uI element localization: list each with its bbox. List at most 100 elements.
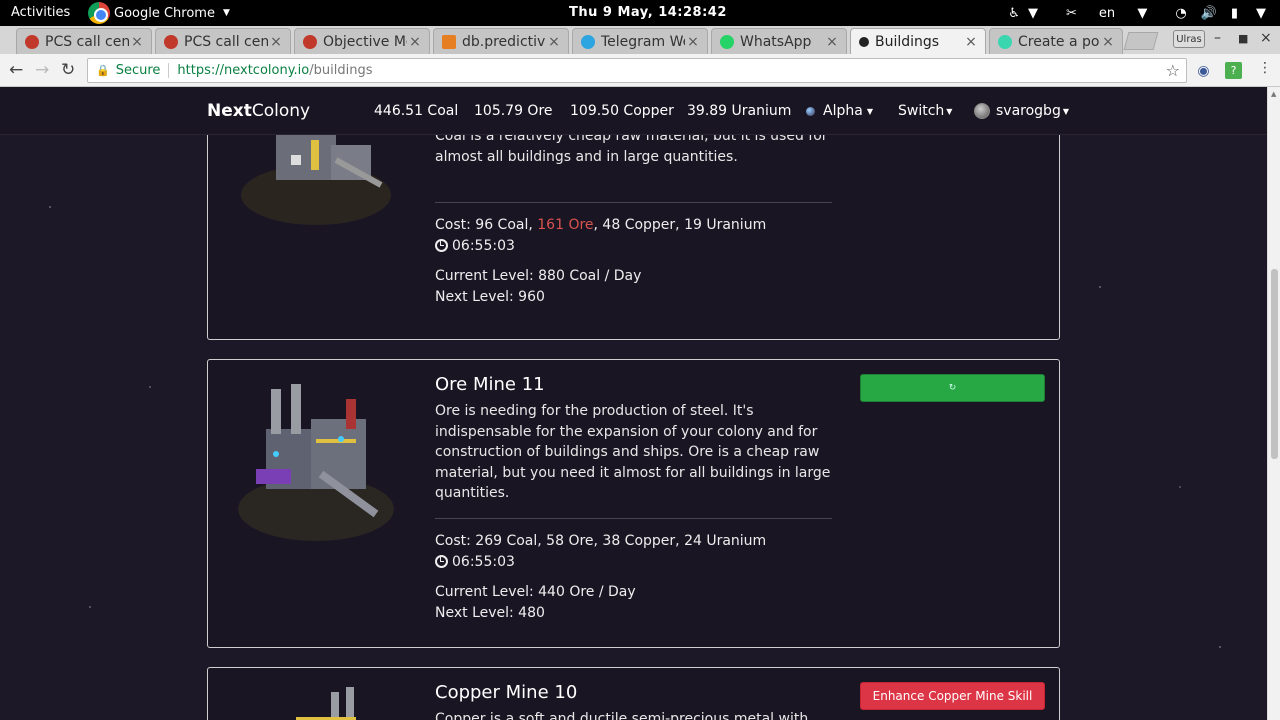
- page-viewport: Coal is a relatively cheap raw material,…: [0, 87, 1267, 720]
- upgrade-ore-mine-button[interactable]: ↻: [860, 374, 1045, 402]
- close-icon[interactable]: ×: [1100, 34, 1116, 50]
- rss-extension-icon[interactable]: ◉: [1195, 62, 1212, 79]
- secure-label: Secure: [115, 63, 161, 78]
- app-navbar: NextColony 446.51 Coal 105.79 Ore 109.50…: [0, 87, 1267, 135]
- app-menu-label: Google Chrome: [114, 5, 215, 21]
- switch-label: Switch: [898, 103, 945, 119]
- tab-6[interactable]: Buildings ×: [850, 28, 986, 54]
- scroll-up-icon[interactable]: ▲: [1271, 90, 1276, 98]
- tab-favicon-icon: [859, 36, 869, 47]
- page-scrollbar[interactable]: ▲: [1267, 87, 1280, 720]
- tab-5[interactable]: WhatsApp ×: [711, 28, 847, 54]
- chrome-menu-icon[interactable]: ⋮: [1258, 60, 1272, 76]
- window-close-icon[interactable]: ×: [1260, 30, 1272, 46]
- insufficient-resource: 161 Ore: [537, 217, 594, 233]
- switch-dropdown[interactable]: Switch ▼: [898, 103, 952, 119]
- tab-title: PCS call cent: [45, 33, 129, 50]
- ore-mine-image: [238, 384, 394, 541]
- enhance-copper-mine-skill-button[interactable]: Enhance Copper Mine Skill: [860, 682, 1045, 710]
- help-extension-icon[interactable]: ?: [1225, 62, 1242, 79]
- chrome-logo-icon: [88, 2, 110, 24]
- close-icon[interactable]: ×: [963, 34, 979, 50]
- building-card-ore: Ore Mine 11 Ore is needing for the produ…: [207, 359, 1060, 648]
- url-path: /buildings: [309, 63, 373, 78]
- system-tray: ♿ ▼ ✂ en ▼ ◔ 🔊 ▮ ▼: [1008, 0, 1280, 26]
- system-clock[interactable]: Thu 9 May, 14:28:42: [569, 5, 727, 20]
- close-icon[interactable]: ×: [407, 34, 423, 50]
- app-menu[interactable]: Google Chrome ▼: [88, 1, 230, 25]
- build-time: 06:55:03: [435, 238, 515, 254]
- scrollbar-thumb[interactable]: [1271, 269, 1278, 459]
- planet-dropdown[interactable]: Alpha ▼: [806, 103, 873, 119]
- new-tab-button[interactable]: [1123, 32, 1159, 50]
- tab-title: WhatsApp: [740, 33, 812, 50]
- battery-icon[interactable]: ▮: [1231, 6, 1238, 21]
- browser-toolbar: ← → ↻ 🔒 Secure https://nextcolony.io/bui…: [0, 54, 1280, 87]
- minimize-icon[interactable]: –: [1214, 30, 1221, 46]
- brand-logo[interactable]: NextColony: [207, 101, 310, 121]
- close-icon[interactable]: ×: [546, 34, 562, 50]
- close-icon[interactable]: ×: [824, 34, 840, 50]
- activities-button[interactable]: Activities: [11, 5, 70, 20]
- divider: [435, 518, 832, 519]
- wifi-icon[interactable]: ◔: [1175, 6, 1186, 21]
- tab-3[interactable]: db.predictive ×: [433, 28, 569, 54]
- building-cost: Cost: 96 Coal, 161 Ore, 48 Copper, 19 Ur…: [435, 217, 767, 233]
- browser-tab-strip: PCS call cent × PCS call cent × Objectiv…: [0, 26, 1280, 54]
- resource-uranium: 39.89 Uranium: [687, 103, 792, 119]
- gnome-top-bar: Activities Google Chrome ▼ Thu 9 May, 14…: [0, 0, 1280, 26]
- tab-favicon-icon: [998, 34, 1012, 49]
- current-level: Current Level: 880 Coal / Day: [435, 268, 642, 284]
- user-dropdown[interactable]: svarogbg ▼: [974, 103, 1069, 119]
- accessibility-icon[interactable]: ♿ ▼: [1008, 6, 1052, 21]
- planet-icon: [806, 106, 815, 116]
- bookmark-star-icon[interactable]: ☆: [1166, 61, 1180, 80]
- reload-icon[interactable]: ↻: [61, 60, 75, 80]
- tab-4[interactable]: Telegram We ×: [572, 28, 708, 54]
- omnibox-divider: [168, 63, 170, 78]
- system-menu-chevron-icon[interactable]: ▼: [1256, 6, 1266, 21]
- close-icon[interactable]: ×: [129, 34, 145, 50]
- divider: [435, 202, 832, 203]
- resource-coal: 446.51 Coal: [374, 103, 459, 119]
- tab-title: Objective Mo: [323, 33, 407, 50]
- url-host: https://nextcolony.io: [177, 63, 310, 78]
- forward-arrow-icon[interactable]: →: [35, 60, 49, 80]
- tab-favicon-icon: [442, 34, 456, 49]
- building-cost: Cost: 269 Coal, 58 Ore, 38 Copper, 24 Ur…: [435, 533, 767, 549]
- tab-title: PCS call cent: [184, 33, 268, 50]
- copper-mine-image: [296, 687, 356, 720]
- current-level: Current Level: 440 Ore / Day: [435, 584, 636, 600]
- chevron-down-icon: ▼: [946, 106, 953, 116]
- tab-favicon-icon: [164, 34, 178, 49]
- building-description: Copper is a soft and ductile semi-precio…: [435, 711, 809, 720]
- address-bar[interactable]: 🔒 Secure https://nextcolony.io/buildings…: [87, 58, 1187, 83]
- volume-icon[interactable]: 🔊: [1201, 6, 1217, 21]
- maximize-icon[interactable]: ■: [1238, 32, 1248, 45]
- building-description: Ore is needing for the production of ste…: [435, 403, 831, 501]
- planet-name: Alpha: [823, 103, 863, 119]
- tab-0[interactable]: PCS call cent ×: [16, 28, 152, 54]
- chevron-down-icon: ▼: [866, 106, 873, 116]
- tab-7[interactable]: Create a pos ×: [989, 28, 1123, 54]
- building-title: Copper Mine 10: [435, 682, 578, 703]
- close-icon[interactable]: ×: [685, 34, 701, 50]
- next-level: Next Level: 480: [435, 605, 545, 621]
- back-arrow-icon[interactable]: ←: [9, 60, 23, 80]
- building-title: Ore Mine 11: [435, 374, 545, 395]
- tab-title: Create a pos: [1018, 33, 1100, 50]
- chevron-down-icon: ▼: [1062, 106, 1069, 116]
- close-icon[interactable]: ×: [268, 34, 284, 50]
- resource-copper: 109.50 Copper: [570, 103, 674, 119]
- language-indicator[interactable]: en ▼: [1099, 6, 1161, 21]
- tab-1[interactable]: PCS call cent ×: [155, 28, 291, 54]
- telegram-icon: [581, 34, 595, 49]
- loading-spinner-icon: ↻: [948, 383, 957, 393]
- tab-title: db.predictive: [462, 33, 546, 50]
- scissors-icon[interactable]: ✂: [1066, 6, 1077, 21]
- profile-button[interactable]: Ulras: [1173, 30, 1205, 48]
- clock-icon: [435, 555, 448, 568]
- tab-2[interactable]: Objective Mo ×: [294, 28, 430, 54]
- lock-icon: 🔒: [96, 64, 110, 77]
- tab-favicon-icon: [303, 34, 317, 49]
